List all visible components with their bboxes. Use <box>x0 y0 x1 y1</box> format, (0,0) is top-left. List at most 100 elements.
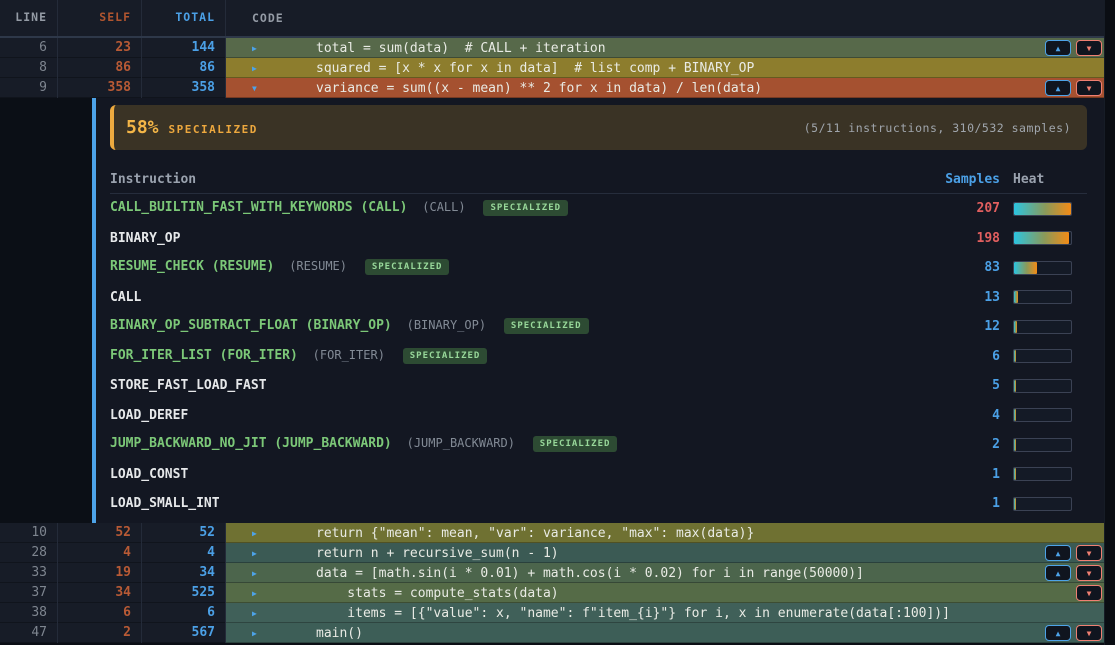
base-opcode: (RESUME) <box>289 259 347 273</box>
self-samples: 2 <box>58 623 142 643</box>
instruction-name: CALL_BUILTIN_FAST_WITH_KEYWORDS (CALL) <box>110 200 407 215</box>
code-cell: ▶ data = [math.sin(i * 0.01) + math.cos(… <box>226 563 1105 583</box>
code-cell: ▶ return n + recursive_sum(n - 1) ▲ ▼ <box>226 543 1105 563</box>
total-samples: 358 <box>142 78 226 98</box>
jump-down-button[interactable]: ▼ <box>1076 585 1102 601</box>
code-row[interactable]: 9 358 358 ▼ variance = sum((x - mean) **… <box>0 78 1105 98</box>
code-row[interactable]: 6 23 144 ▶ total = sum(data) # CALL + it… <box>0 38 1105 58</box>
instruction-row: RESUME_CHECK (RESUME) (RESUME) SPECIALIZ… <box>110 253 1087 283</box>
expand-arrow-icon[interactable]: ▶ <box>252 589 262 598</box>
instruction-row: LOAD_CONST 1 <box>110 460 1087 490</box>
instruction-rows: CALL_BUILTIN_FAST_WITH_KEYWORDS (CALL) (… <box>110 194 1087 519</box>
expand-arrow-icon[interactable]: ▼ <box>252 84 262 93</box>
expand-arrow-icon[interactable]: ▶ <box>252 549 262 558</box>
sample-count: 207 <box>977 201 1000 216</box>
code-row[interactable]: 28 4 4 ▶ return n + recursive_sum(n - 1)… <box>0 543 1105 563</box>
line-number: 10 <box>0 523 58 543</box>
sample-count: 1 <box>992 467 1000 482</box>
heat-bar <box>1013 497 1072 511</box>
heat-bar-fill <box>1014 232 1069 244</box>
code-text: stats = compute_stats(data) <box>316 586 559 601</box>
scrollbar[interactable] <box>1104 0 1115 645</box>
profiler-app: LINE SELF TOTAL CODE 6 23 144 ▶ total = … <box>0 0 1115 645</box>
instruction-row: BINARY_OP_SUBTRACT_FLOAT (BINARY_OP) (BI… <box>110 312 1087 342</box>
heat-bar-fill <box>1014 262 1037 274</box>
code-row[interactable]: 38 6 6 ▶ items = [{"value": x, "name": f… <box>0 603 1105 623</box>
row-nav-buttons: ▲ ▼ <box>1045 80 1102 96</box>
line-number: 47 <box>0 623 58 643</box>
expand-arrow-icon[interactable]: ▶ <box>252 569 262 578</box>
jump-up-button[interactable]: ▲ <box>1045 565 1071 581</box>
jump-down-button[interactable]: ▼ <box>1076 40 1102 56</box>
heat-bar-fill <box>1014 498 1016 510</box>
self-samples: 4 <box>58 543 142 563</box>
heat-bar <box>1013 467 1072 481</box>
line-number: 8 <box>0 58 58 78</box>
specialized-badge: SPECIALIZED <box>483 200 568 216</box>
jump-up-button[interactable]: ▲ <box>1045 40 1071 56</box>
expand-arrow-icon[interactable]: ▶ <box>252 629 262 638</box>
heat-bar-fill <box>1014 380 1016 392</box>
instruction-name: JUMP_BACKWARD_NO_JIT (JUMP_BACKWARD) <box>110 436 392 451</box>
heat-column-header: Heat <box>1013 172 1087 187</box>
expand-arrow-icon[interactable]: ▶ <box>252 64 262 73</box>
jump-down-button[interactable]: ▼ <box>1076 545 1102 561</box>
code-text: main() <box>316 626 363 641</box>
self-samples: 19 <box>58 563 142 583</box>
code-text: return {"mean": mean, "var": variance, "… <box>316 526 754 541</box>
panel-content: 58% SPECIALIZED (5/11 instructions, 310/… <box>96 98 1105 523</box>
instruction-row: STORE_FAST_LOAD_FAST 5 <box>110 371 1087 401</box>
expand-arrow-icon[interactable]: ▶ <box>252 44 262 53</box>
line-number: 38 <box>0 603 58 623</box>
row-nav-buttons: ▲ ▼ <box>1045 625 1102 641</box>
self-samples: 6 <box>58 603 142 623</box>
heat-bar-fill <box>1014 439 1016 451</box>
code-row[interactable]: 33 19 34 ▶ data = [math.sin(i * 0.01) + … <box>0 563 1105 583</box>
specialized-badge: SPECIALIZED <box>533 436 618 452</box>
code-text: return n + recursive_sum(n - 1) <box>316 546 559 561</box>
instruction-table: Instruction Samples Heat CALL_BUILTIN_FA… <box>110 165 1087 519</box>
instruction-name: CALL <box>110 290 141 305</box>
heat-bar <box>1013 320 1072 334</box>
instruction-row: JUMP_BACKWARD_NO_JIT (JUMP_BACKWARD) (JU… <box>110 430 1087 460</box>
heat-bar-fill <box>1014 291 1018 303</box>
instruction-row: CALL 13 <box>110 283 1087 313</box>
code-row[interactable]: 37 34 525 ▶ stats = compute_stats(data) … <box>0 583 1105 603</box>
code-cell: ▶ squared = [x * x for x in data] # list… <box>226 58 1105 78</box>
code-row[interactable]: 47 2 567 ▶ main() ▲ ▼ <box>0 623 1105 643</box>
jump-up-button[interactable]: ▲ <box>1045 625 1071 641</box>
code-text: data = [math.sin(i * 0.01) + math.cos(i … <box>316 566 864 581</box>
sample-count: 13 <box>984 290 1000 305</box>
instruction-row: BINARY_OP 198 <box>110 224 1087 254</box>
jump-up-button[interactable]: ▲ <box>1045 545 1071 561</box>
specialization-banner: 58% SPECIALIZED (5/11 instructions, 310/… <box>110 105 1087 150</box>
code-text: squared = [x * x for x in data] # list c… <box>316 61 754 76</box>
line-number: 6 <box>0 38 58 58</box>
heat-bar <box>1013 231 1072 245</box>
row-nav-buttons: ▼ <box>1076 585 1102 601</box>
code-row[interactable]: 10 52 52 ▶ return {"mean": mean, "var": … <box>0 523 1105 543</box>
expand-arrow-icon[interactable]: ▶ <box>252 529 262 538</box>
instruction-name: LOAD_CONST <box>110 467 188 482</box>
heat-bar-fill <box>1014 203 1071 215</box>
expand-arrow-icon[interactable]: ▶ <box>252 609 262 618</box>
instruction-row: LOAD_SMALL_INT 1 <box>110 489 1087 519</box>
instruction-name: LOAD_DEREF <box>110 408 188 423</box>
jump-up-button[interactable]: ▲ <box>1045 80 1071 96</box>
row-nav-buttons: ▲ ▼ <box>1045 40 1102 56</box>
jump-down-button[interactable]: ▼ <box>1076 565 1102 581</box>
code-row[interactable]: 8 86 86 ▶ squared = [x * x for x in data… <box>0 58 1105 78</box>
instruction-row: LOAD_DEREF 4 <box>110 401 1087 431</box>
row-nav-buttons: ▲ ▼ <box>1045 565 1102 581</box>
column-header-total: TOTAL <box>142 0 226 36</box>
column-header-self: SELF <box>58 0 142 36</box>
instruction-name: STORE_FAST_LOAD_FAST <box>110 378 267 393</box>
code-text: items = [{"value": x, "name": f"item_{i}… <box>316 606 950 621</box>
jump-down-button[interactable]: ▼ <box>1076 80 1102 96</box>
row-nav-buttons: ▲ ▼ <box>1045 545 1102 561</box>
specialized-label: SPECIALIZED <box>169 123 258 136</box>
code-rows-bottom: 10 52 52 ▶ return {"mean": mean, "var": … <box>0 523 1105 643</box>
instruction-name: BINARY_OP <box>110 231 180 246</box>
jump-down-button[interactable]: ▼ <box>1076 625 1102 641</box>
instruction-table-header: Instruction Samples Heat <box>110 165 1087 194</box>
